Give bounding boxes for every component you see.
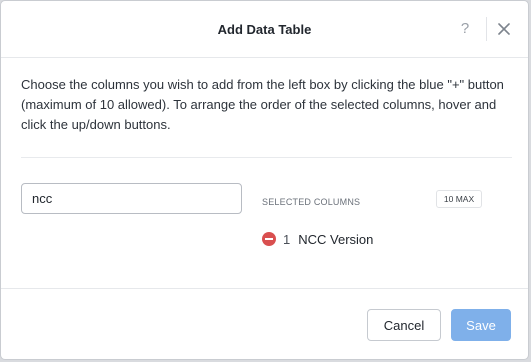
help-icon[interactable]: ? <box>457 20 473 38</box>
instructions-text: Choose the columns you wish to add from … <box>21 77 504 132</box>
section-divider <box>21 157 512 158</box>
column-search-input[interactable] <box>21 183 242 214</box>
selected-column-item: 1 NCC Version <box>262 230 373 248</box>
dialog-header: Add Data Table <box>1 1 528 58</box>
header-divider <box>486 17 487 41</box>
footer-divider <box>1 288 528 289</box>
save-button[interactable]: Save <box>451 309 511 341</box>
selected-column-name: NCC Version <box>298 231 374 247</box>
close-icon[interactable] <box>497 22 511 36</box>
dialog-title: Add Data Table <box>217 21 312 37</box>
selected-columns-label: SELECTED COLUMNS <box>262 197 361 207</box>
cancel-button[interactable]: Cancel <box>367 309 441 341</box>
max-columns-badge: 10 MAX <box>436 190 482 208</box>
remove-icon[interactable] <box>262 232 276 246</box>
add-data-table-dialog: Add Data Table ? Choose the columns you … <box>0 0 529 360</box>
selected-column-index: 1 <box>283 231 291 247</box>
